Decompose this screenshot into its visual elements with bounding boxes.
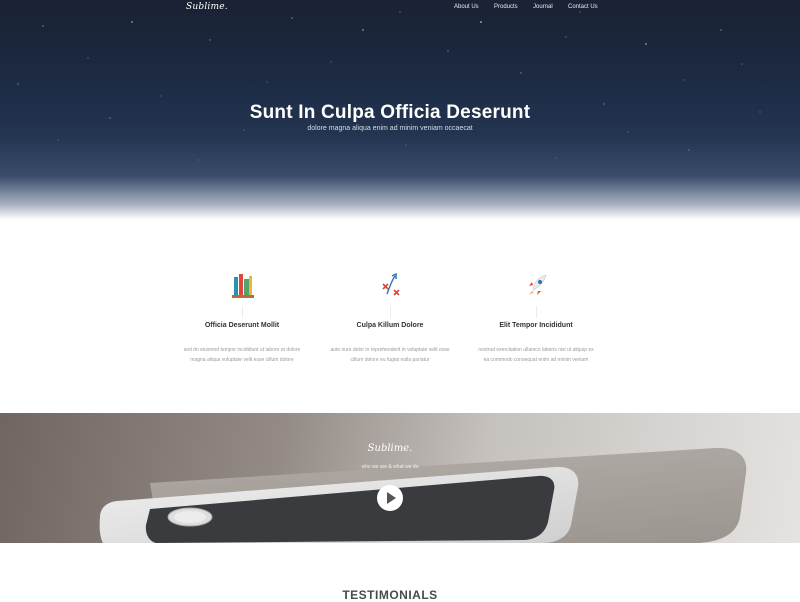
feature-description: sed do eiusmod tempor incididunt ut labo…: [183, 347, 301, 363]
phone-photo-background: [99, 447, 747, 543]
feature-title: Elit Tempor Incididunt: [499, 322, 573, 329]
hero-title: Sunt In Culpa Officia Deserunt: [249, 101, 531, 123]
banner-logo: Sublime.: [367, 443, 413, 454]
nav-link-about-us[interactable]: About Us: [454, 4, 479, 10]
nav-link-journal[interactable]: Journal: [533, 4, 553, 10]
feature-description: aute irure dolor in reprehenderit in vol…: [330, 347, 450, 363]
nav-link-products[interactable]: Products: [494, 4, 518, 10]
feature-title: Culpa Killum Dolore: [356, 322, 424, 329]
play-icon: [387, 492, 396, 504]
strategy-icon: [378, 270, 404, 318]
nav-link-contact-us[interactable]: Contact Us: [568, 4, 598, 10]
top-navigation: Sublime. About Us Products Journal Conta…: [0, 0, 800, 14]
banner-tagline: who we are & what we do: [361, 464, 419, 470]
hero-section: Sublime. About Us Products Journal Conta…: [0, 0, 800, 220]
video-banner: Sublime. who we are & what we do: [0, 413, 800, 543]
feature-description: nostrud exercitation ullamco laboris nis…: [478, 347, 594, 363]
play-button[interactable]: [377, 485, 403, 511]
feature-title: Officia Deserunt Mollit: [204, 322, 280, 329]
books-icon: [230, 270, 256, 318]
brand-logo[interactable]: Sublime.: [186, 2, 228, 12]
hero-subtitle: dolore magna aliqua enim ad minim veniam…: [307, 125, 473, 132]
rocket-icon: [524, 270, 550, 318]
